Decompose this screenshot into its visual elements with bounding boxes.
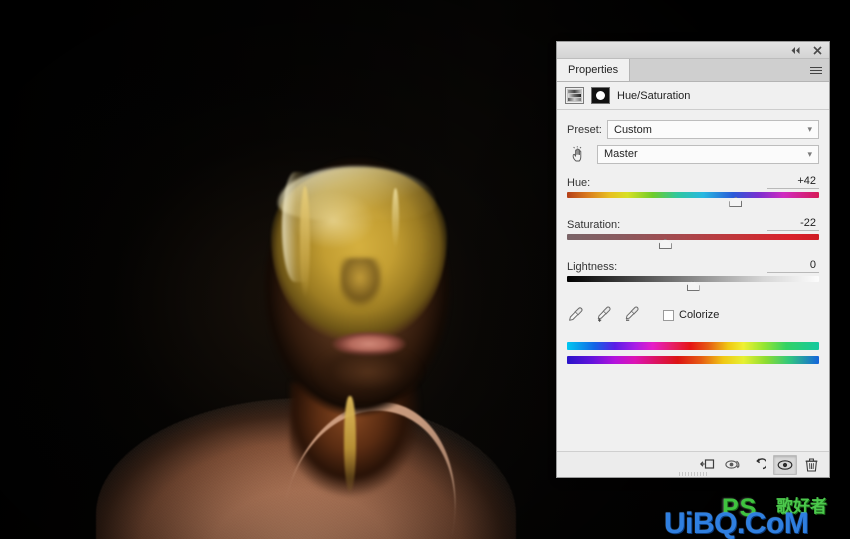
saturation-gradient-bar [567,234,819,240]
panel-menu-icon[interactable] [803,59,829,81]
reset-adjustment-icon[interactable] [747,455,771,475]
eyedropper-subtract-icon[interactable] [623,306,641,324]
eyedropper-add-icon[interactable] [595,306,613,324]
targeted-adjustment-hand-icon[interactable] [567,144,589,164]
channel-row: Master ▾ [567,144,819,164]
slider-lightness-thumb[interactable] [686,281,700,291]
panel-resize-grip[interactable] [679,472,707,476]
slider-lightness-value[interactable]: 0 [767,259,819,273]
slider-saturation: Saturation: -22 [567,216,819,250]
slider-hue-track[interactable] [567,192,819,208]
colorize-checkbox-row[interactable]: Colorize [663,309,719,321]
properties-panel: Properties Hue/Saturation Preset: Custom… [556,41,830,478]
result-spectrum-bar[interactable] [567,356,819,364]
view-previous-state-icon[interactable] [721,455,745,475]
panel-titlebar[interactable] [557,42,829,59]
chevron-down-icon: ▾ [807,124,812,134]
layer-mask-thumbnail[interactable] [591,87,610,104]
hue-gradient-bar [567,192,819,198]
collapse-panel-icon[interactable] [789,44,802,57]
slider-lightness: Lightness: 0 [567,258,819,292]
channel-value: Master [604,148,638,160]
preset-value: Custom [614,123,652,136]
slider-hue-thumb[interactable] [729,197,743,207]
watermark-site: UiBQ.CoM [664,507,809,539]
slider-lightness-label: Lightness: [567,261,618,273]
channel-dropdown[interactable]: Master ▾ [597,144,819,164]
preset-row: Preset: Custom ▾ [567,120,819,139]
screenshot-root: Properties Hue/Saturation Preset: Custom… [0,0,850,539]
preset-dropdown[interactable]: Custom ▾ [607,120,819,139]
toggle-layer-visibility-icon[interactable] [773,454,797,475]
hue-saturation-adjustment-icon[interactable] [565,87,584,104]
colorize-checkbox[interactable] [663,309,674,321]
eyedropper-icon[interactable] [567,306,585,324]
panel-body: Preset: Custom ▾ Master ▾ Hue: +42 Satur… [557,110,829,451]
spectrum-bars [567,342,819,364]
slider-saturation-label: Saturation: [567,219,621,231]
slider-lightness-track[interactable] [567,276,819,292]
panel-tabstrip: Properties [557,59,829,82]
slider-saturation-value[interactable]: -22 [767,217,819,231]
delete-adjustment-layer-icon[interactable] [799,455,823,475]
slider-hue-head: Hue: +42 [567,174,819,189]
adjustment-header: Hue/Saturation [557,82,829,110]
slider-saturation-thumb[interactable] [658,239,672,249]
source-spectrum-bar[interactable] [567,342,819,350]
slider-lightness-head: Lightness: 0 [567,258,819,273]
tab-properties[interactable]: Properties [557,59,631,81]
slider-hue: Hue: +42 [567,174,819,208]
eyedropper-tools-row: Colorize [567,306,819,324]
slider-hue-value[interactable]: +42 [767,175,819,189]
tab-properties-label: Properties [568,64,619,76]
colorize-label: Colorize [679,309,720,321]
chevron-down-icon: ▾ [807,148,812,159]
preset-label: Preset: [567,123,602,136]
panel-footer [557,451,829,477]
slider-hue-label: Hue: [567,177,591,189]
slider-saturation-track[interactable] [567,234,819,250]
slider-saturation-head: Saturation: -22 [567,216,819,231]
close-icon[interactable] [811,44,824,57]
adjustment-title: Hue/Saturation [617,89,691,102]
